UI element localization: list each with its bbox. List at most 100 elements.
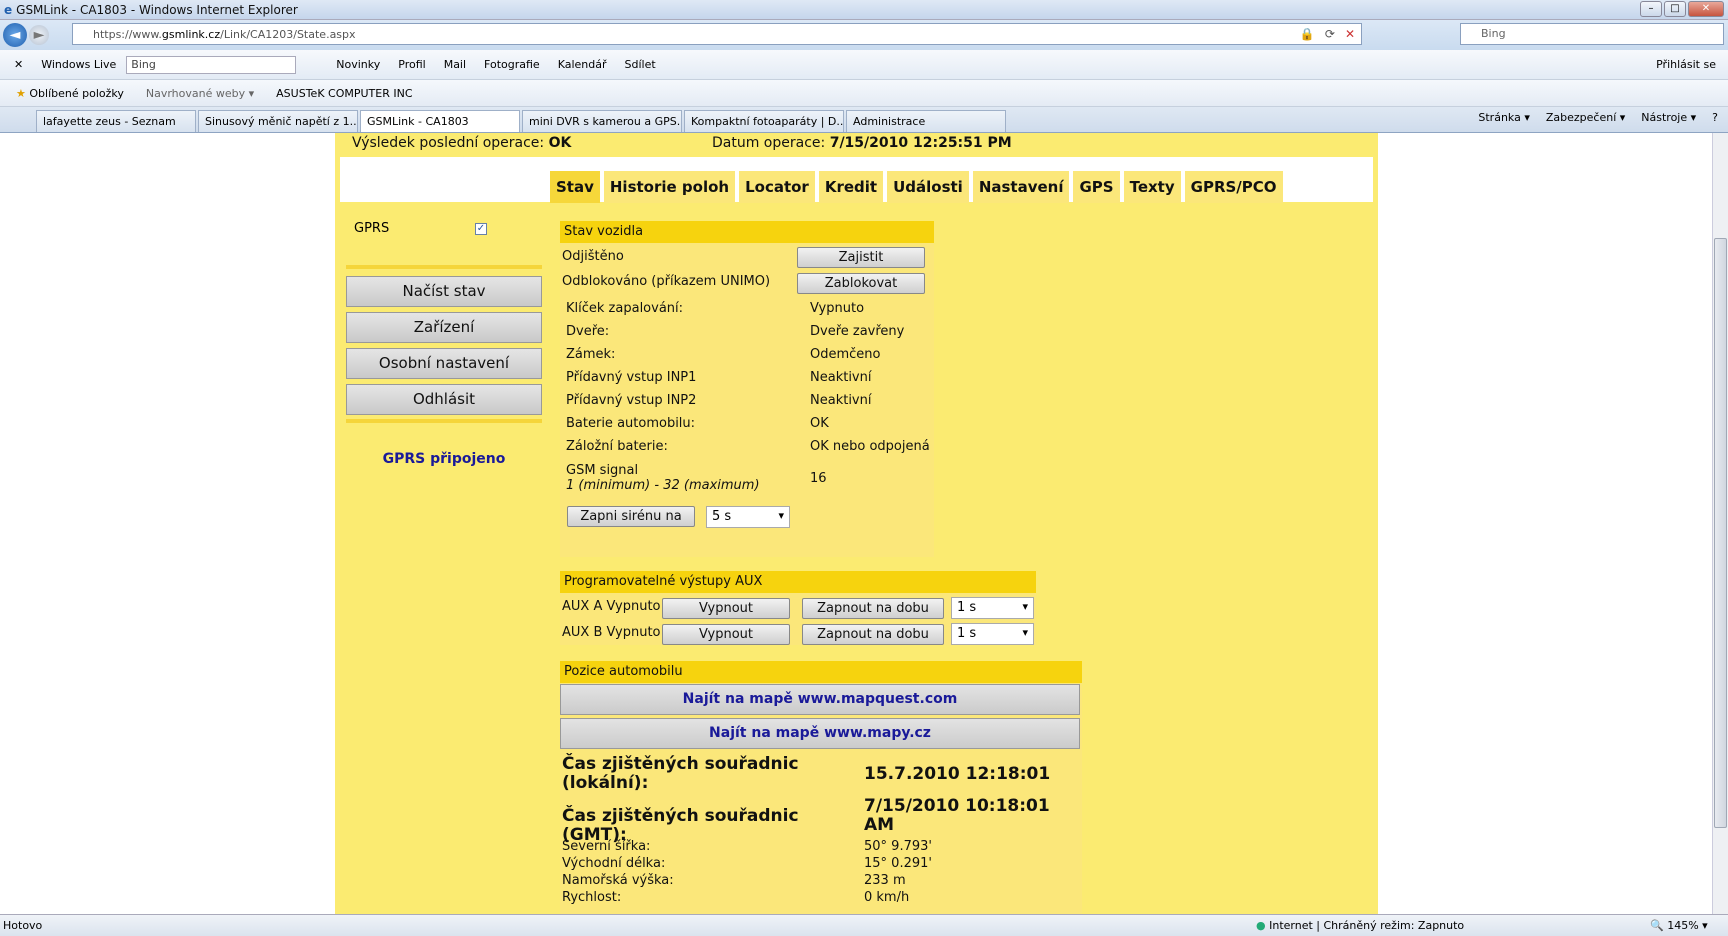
url-path: /Link/CA1203/State.aspx — [220, 27, 356, 41]
block-button[interactable]: Zablokovat — [797, 273, 925, 294]
live-profile[interactable]: Profil — [398, 58, 425, 71]
tools-menu[interactable]: Nástroje ▾ — [1641, 111, 1696, 124]
last-operation: Výsledek poslední operace: OK Datum oper… — [352, 135, 1372, 151]
status-bar: Hotovo ● Internet | Chráněný režim: Zapn… — [0, 914, 1728, 936]
aux-a-off-button[interactable]: Vypnout — [662, 598, 790, 619]
globe-icon: ● — [1256, 919, 1266, 932]
live-search-input[interactable]: Bing — [126, 55, 297, 74]
close-toolbar-icon[interactable]: ✕ — [14, 58, 23, 71]
asus-link[interactable]: ASUSTeK COMPUTER INC — [276, 87, 412, 100]
mapy-cz-link[interactable]: Najít na mapě www.mapy.cz — [560, 718, 1080, 749]
close-window-button[interactable]: ✕ — [1688, 1, 1724, 17]
tab-gprs-pco[interactable]: GPRS/PCO — [1184, 171, 1283, 203]
state-label: Dveře: — [566, 324, 610, 339]
state-value: Neaktivní — [810, 370, 872, 385]
tab-stav[interactable]: Stav — [550, 171, 600, 203]
tab-locator[interactable]: Locator — [739, 171, 815, 203]
gprs-status: GPRS připojeno — [382, 451, 506, 467]
forward-button[interactable]: ► — [29, 25, 49, 45]
favorites-button[interactable]: ★ Oblíbené položky — [16, 87, 124, 100]
live-photos[interactable]: Fotografie — [484, 58, 540, 71]
url-domain: gsmlink.cz — [161, 27, 221, 41]
signin-link[interactable]: Přihlásit se — [1656, 58, 1716, 71]
tab-historie[interactable]: Historie poloh — [603, 171, 736, 203]
state-value: Odemčeno — [810, 347, 881, 362]
star-icon: ★ — [16, 86, 26, 100]
lock-icon[interactable]: 🔒 — [1300, 27, 1315, 41]
siren-duration-select[interactable]: 5 s — [706, 506, 790, 528]
browser-tab[interactable]: Kompaktní fotoaparáty | D... — [684, 110, 844, 132]
device-button[interactable]: Zařízení — [346, 312, 542, 343]
scrollbar-thumb[interactable] — [1714, 238, 1727, 828]
security-menu[interactable]: Zabezpečení ▾ — [1546, 111, 1625, 124]
address-bar: ◄ ► https://www. gsmlink.cz/Link/CA1203/S… — [0, 20, 1728, 50]
position-label: Namořská výška: — [562, 873, 674, 888]
main-nav: Stav Historie poloh Locator Kredit Událo… — [550, 171, 1283, 203]
lock-button[interactable]: Zajistit — [797, 247, 925, 268]
browser-tab[interactable]: Sinusový měnič napětí z 1... — [198, 110, 358, 132]
live-share[interactable]: Sdílet — [625, 58, 656, 71]
state-label: Baterie automobilu: — [566, 416, 696, 431]
last-op-label: Výsledek poslední operace: — [352, 135, 545, 151]
tab-nastaveni[interactable]: Nastavení — [972, 171, 1070, 203]
help-icon[interactable]: ? — [1712, 111, 1718, 124]
gmt-time-value: 7/15/2010 10:18:01 AM — [864, 796, 1050, 835]
position-title: Pozice automobilu — [560, 661, 1082, 683]
aux-a-on-button[interactable]: Zapnout na dobu — [802, 598, 944, 619]
gprs-checkbox[interactable]: ✓ — [475, 223, 487, 235]
tab-texty[interactable]: Texty — [1123, 171, 1181, 203]
aux-b-duration-select[interactable]: 1 s — [951, 623, 1034, 645]
mapquest-link[interactable]: Najít na mapě www.mapquest.com — [560, 684, 1080, 715]
siren-button[interactable]: Zapni sirénu na — [567, 506, 695, 527]
back-button[interactable]: ◄ — [3, 23, 27, 47]
zoom-value: 145% — [1667, 919, 1699, 932]
browser-tab[interactable]: lafayette zeus - Seznam — [36, 110, 196, 132]
aux-b-on-button[interactable]: Zapnout na dobu — [802, 624, 944, 645]
aux-b-off-button[interactable]: Vypnout — [662, 624, 790, 645]
gsm-value: 16 — [810, 471, 827, 486]
logout-button[interactable]: Odhlásit — [346, 384, 542, 415]
zoom-level[interactable]: 🔍 145% ▾ — [1650, 919, 1708, 932]
live-calendar[interactable]: Kalendář — [558, 58, 607, 71]
live-news[interactable]: Novinky — [336, 58, 380, 71]
suggested-sites[interactable]: Navrhované weby ▾ — [146, 87, 254, 100]
refresh-icon[interactable]: ⟳ — [1325, 27, 1335, 41]
windows-live-toolbar: ✕ Windows Live Bing Novinky Profil Mail … — [0, 50, 1728, 80]
unblocked-label: Odblokováno (příkazem UNIMO) — [562, 274, 771, 289]
maximize-button[interactable]: □ — [1664, 1, 1686, 17]
tab-udalosti[interactable]: Události — [887, 171, 969, 203]
aux-a-duration-select[interactable]: 1 s — [951, 597, 1034, 619]
load-state-button[interactable]: Načíst stav — [346, 276, 542, 307]
browser-tab[interactable]: Administrace — [846, 110, 1006, 132]
state-value: Vypnuto — [810, 301, 865, 316]
vertical-scrollbar[interactable] — [1712, 133, 1728, 914]
search-input[interactable]: Bing — [1460, 23, 1724, 45]
local-time-label: Čas zjištěných souřadnic (lokální): — [562, 754, 799, 793]
position-value: 0 km/h — [864, 890, 910, 905]
state-value: Dveře zavřeny — [810, 324, 905, 339]
state-value: Neaktivní — [810, 393, 872, 408]
browser-tab[interactable]: mini DVR s kamerou a GPS... — [522, 110, 682, 132]
page-content: Výsledek poslední operace: OK Datum oper… — [0, 133, 1712, 914]
gsm-range: 1 (minimum) - 32 (maximum) — [566, 478, 760, 493]
separator — [346, 419, 542, 423]
minimize-button[interactable]: – — [1640, 1, 1662, 17]
stop-icon[interactable]: ✕ — [1345, 27, 1355, 41]
page-menu[interactable]: Stránka ▾ — [1478, 111, 1529, 124]
aux-a-label: AUX A Vypnuto — [562, 599, 661, 614]
separator — [346, 265, 542, 269]
date-value: 7/15/2010 12:25:51 PM — [829, 135, 1012, 151]
personal-settings-button[interactable]: Osobní nastavení — [346, 348, 542, 379]
tab-gps[interactable]: GPS — [1073, 171, 1120, 203]
url-prefix: https://www. — [93, 27, 162, 41]
url-input[interactable]: https://www. gsmlink.cz/Link/CA1203/State… — [72, 23, 1362, 45]
position-label: Východní délka: — [562, 856, 666, 871]
tab-kredit[interactable]: Kredit — [818, 171, 884, 203]
date-label: Datum operace: — [712, 135, 826, 151]
position-value: 50° 9.793' — [864, 839, 932, 854]
browser-tab-active[interactable]: GSMLink - CA1803 — [360, 110, 520, 132]
live-mail[interactable]: Mail — [444, 58, 466, 71]
left-panel: GPRS ✓ Načíst stav Zařízení Osobní nasta… — [340, 205, 548, 914]
favorites-bar: ★ Oblíbené položky Navrhované weby ▾ ASU… — [0, 80, 1728, 107]
windows-live-brand[interactable]: Windows Live — [41, 58, 116, 71]
